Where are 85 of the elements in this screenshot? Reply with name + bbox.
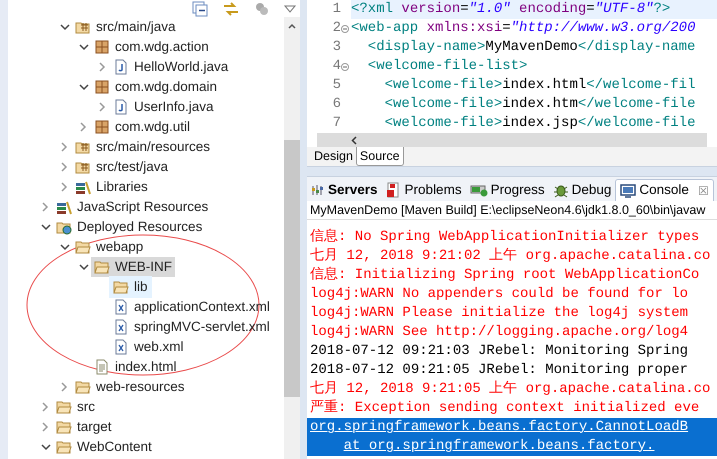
monitor-icon bbox=[620, 182, 636, 198]
fold-icon[interactable] bbox=[341, 24, 349, 32]
folder-icon bbox=[56, 419, 72, 435]
console-line: 信息: Initializing Spring root WebApplicationCo bbox=[310, 266, 700, 285]
document-icon bbox=[94, 359, 110, 375]
console-line: log4j:WARN Please initialize the log4j system bbox=[310, 304, 688, 323]
xml-file-icon bbox=[113, 319, 129, 335]
xml-file-icon bbox=[113, 339, 129, 355]
line-number: 3 bbox=[332, 38, 341, 57]
progress-icon bbox=[470, 183, 488, 197]
view-tab[interactable]: Progress bbox=[466, 179, 549, 201]
code-line: <welcome-file>index.jsp</welcome-file bbox=[384, 114, 696, 133]
java-file-icon bbox=[113, 99, 129, 115]
console-line: 2018-07-12 09:21:05 JRebel: Monitoring proper bbox=[310, 361, 688, 380]
collapse-all-icon[interactable] bbox=[192, 0, 208, 16]
code-line: <welcome-file>index.htm</welcome-file bbox=[384, 95, 696, 114]
tree-item[interactable]: com.wdg.util bbox=[91, 117, 194, 137]
tree-item[interactable]: index.html bbox=[91, 357, 180, 377]
tree-item[interactable]: web.xml bbox=[110, 337, 187, 357]
package-icon bbox=[94, 79, 110, 95]
package-icon bbox=[94, 39, 110, 55]
scrollbar-thumb[interactable] bbox=[284, 140, 300, 397]
console-line: at org.springframework.beans.factory. bbox=[342, 437, 654, 456]
folder-icon bbox=[94, 259, 110, 275]
code-line: <welcome-file>index.html</welcome-fil bbox=[384, 76, 696, 95]
tree-item[interactable]: lib bbox=[110, 277, 151, 297]
tree-item[interactable]: com.wdg.action bbox=[91, 37, 212, 57]
folder-icon bbox=[75, 239, 91, 255]
tree-item[interactable]: Libraries bbox=[72, 177, 151, 197]
tree-item[interactable]: HelloWorld.java bbox=[110, 57, 232, 77]
circles-icon[interactable] bbox=[254, 0, 270, 16]
code-line: <welcome-file-list> bbox=[366, 57, 528, 76]
console-line: log4j:WARN No appenders could be found for lo bbox=[310, 285, 688, 304]
view-tab[interactable]: Debug bbox=[548, 179, 616, 201]
servers-icon bbox=[311, 183, 325, 197]
tree-item[interactable]: src/test/java bbox=[72, 157, 172, 177]
folder-icon bbox=[56, 439, 72, 455]
line-number: 4 bbox=[332, 57, 341, 76]
tree-item[interactable]: UserInfo.java bbox=[110, 97, 217, 117]
console-line: org.springframework.beans.factory.CannotLoadB bbox=[310, 418, 688, 437]
console-title: MyMavenDemo [Maven Build] E:\eclipseNeon4.6\jdk1.8.0_60\bin\javaw bbox=[307, 201, 717, 220]
tree-item[interactable]: JavaScript Resources bbox=[53, 197, 212, 217]
folder-icon bbox=[75, 379, 91, 395]
line-number: 2 bbox=[332, 19, 341, 38]
editor-tab[interactable]: Design bbox=[311, 147, 356, 166]
tree-item[interactable]: webapp bbox=[72, 237, 146, 257]
tree-item[interactable]: WebContent bbox=[53, 437, 155, 457]
xml-file-icon bbox=[113, 299, 129, 315]
tree-item[interactable]: Deployed Resources bbox=[53, 217, 206, 237]
line-number: 6 bbox=[332, 95, 341, 114]
code-line: <web-app xmlns:xsi="http://www.w3.org/200 bbox=[351, 19, 696, 38]
close-icon[interactable]: ☒ bbox=[698, 182, 709, 200]
tree-item[interactable]: WEB-INF bbox=[91, 257, 175, 277]
folder-icon bbox=[113, 279, 129, 295]
console-line: 七月 12, 2018 9:21:05 上午 org.apache.catalina.co bbox=[310, 380, 710, 399]
line-number: 5 bbox=[332, 76, 341, 95]
console-line: 信息: No Spring WebApplicationInitializer types bbox=[310, 228, 700, 247]
console-line: 2018-07-12 09:21:03 JRebel: Monitoring Spring bbox=[310, 342, 688, 361]
link-arrows-icon[interactable] bbox=[222, 0, 240, 16]
tree-item[interactable]: src/main/resources bbox=[72, 137, 214, 157]
console-line: 严重: Exception sending context initialized eve bbox=[310, 399, 700, 418]
console-line: log4j:WARN See http://logging.apache.org/log4 bbox=[310, 323, 688, 342]
books-icon bbox=[56, 199, 72, 215]
scrollbar[interactable] bbox=[284, 17, 300, 459]
view-tab[interactable]: Problems bbox=[382, 179, 466, 201]
tree-item[interactable]: web-resources bbox=[72, 377, 188, 397]
line-number: 7 bbox=[332, 114, 341, 133]
tree-item[interactable]: src bbox=[53, 397, 98, 417]
tree-item[interactable]: src/main/java bbox=[72, 17, 179, 37]
editor-tab[interactable]: Source bbox=[356, 147, 404, 166]
java-file-icon bbox=[113, 59, 129, 75]
fold-icon[interactable] bbox=[341, 62, 349, 70]
scroll-left-icon[interactable] bbox=[351, 136, 357, 144]
folder-icon bbox=[56, 399, 72, 415]
console-line: 七月 12, 2018 9:21:02 上午 org.apache.catalina.co bbox=[310, 247, 710, 266]
code-line: <display-name>MyMavenDemo</display-name bbox=[366, 38, 696, 57]
scroll-up-icon[interactable] bbox=[288, 23, 296, 29]
tree-item[interactable]: com.wdg.domain bbox=[91, 77, 220, 97]
view-tab[interactable]: Console ☒ bbox=[615, 179, 714, 201]
view-tab[interactable]: Servers bbox=[307, 179, 382, 201]
line-number: 1 bbox=[332, 0, 341, 19]
package-icon bbox=[94, 119, 110, 135]
tree-item[interactable]: target bbox=[53, 417, 115, 437]
books-icon bbox=[75, 179, 91, 195]
view-menu-icon[interactable] bbox=[284, 4, 296, 14]
